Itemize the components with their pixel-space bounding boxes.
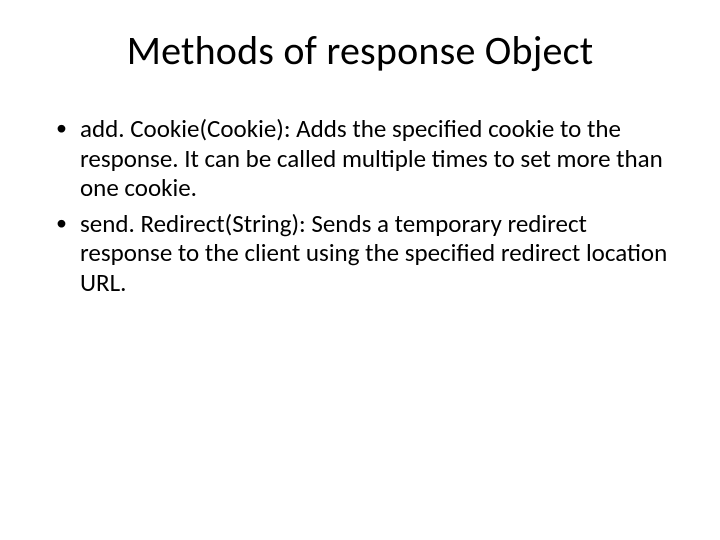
slide-body: add. Cookie(Cookie): Adds the specified … (52, 114, 668, 297)
slide-title: Methods of response Object (52, 28, 668, 74)
bullet-text: add. Cookie(Cookie): Adds the specified … (80, 113, 663, 203)
slide: Methods of response Object add. Cookie(C… (0, 0, 720, 540)
list-item: send. Redirect(String): Sends a temporar… (52, 209, 668, 298)
bullet-text: send. Redirect(String): Sends a temporar… (80, 208, 667, 298)
list-item: add. Cookie(Cookie): Adds the specified … (52, 114, 668, 203)
bullet-list: add. Cookie(Cookie): Adds the specified … (52, 114, 668, 297)
